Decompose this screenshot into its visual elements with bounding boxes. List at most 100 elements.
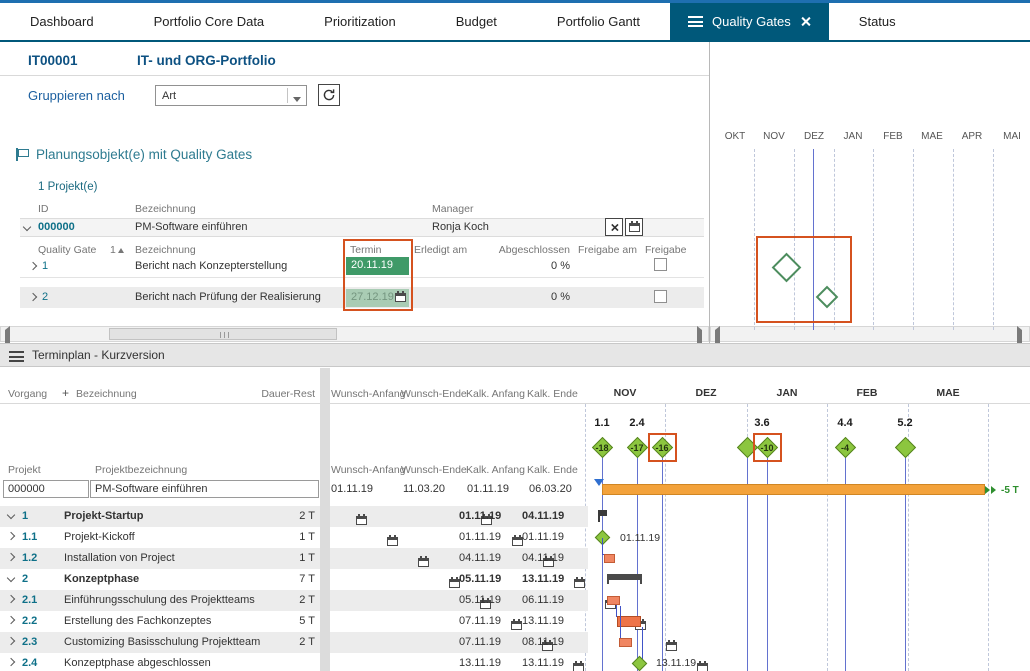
col-header-kalk-ende[interactable]: Kalk. Ende	[527, 388, 578, 400]
project-id-cell[interactable]: 000000	[3, 480, 89, 498]
calendar-icon[interactable]	[356, 514, 368, 525]
gantt-gridline	[988, 404, 989, 671]
tab-portfolio-gantt[interactable]: Portfolio Gantt	[527, 3, 670, 40]
calendar-icon[interactable]	[697, 661, 709, 671]
project-row[interactable]	[20, 218, 704, 237]
task-number: 2.1	[22, 594, 38, 606]
portfolio-title: IT- und ORG-Portfolio	[137, 53, 276, 68]
tab-portfolio-core-data[interactable]: Portfolio Core Data	[124, 3, 295, 40]
task-duration: 2 T	[299, 636, 315, 648]
month-label: FEB	[883, 131, 903, 142]
col-header-wunsch-anfang[interactable]: Wunsch-Anfang	[331, 388, 406, 400]
completed-percent: 0 %	[551, 260, 570, 272]
chevron-down-icon[interactable]	[288, 89, 306, 102]
portfolio-id: IT00001	[28, 53, 78, 68]
top-navigation: Dashboard Portfolio Core Data Prioritiza…	[0, 0, 1030, 42]
project-buffer-label: -5 T	[1001, 485, 1019, 496]
calendar-button[interactable]	[625, 218, 643, 236]
expand-icon[interactable]	[6, 531, 16, 541]
project-name: PM-Software einführen	[135, 221, 248, 233]
task-kalk-anfang: 04.11.19	[459, 552, 502, 564]
tab-budget[interactable]: Budget	[426, 3, 527, 40]
header-divider	[0, 75, 709, 76]
delete-button[interactable]	[605, 218, 623, 236]
tab-quality-gates[interactable]: Quality Gates	[670, 3, 829, 40]
task-kalk-anfang: 01.11.19	[459, 510, 502, 522]
milestone-date-label: 13.11.19	[656, 657, 697, 669]
gantt-gridline	[585, 404, 586, 671]
project-wunsch-ende[interactable]: 11.03.20	[403, 483, 445, 495]
calendar-icon[interactable]	[666, 640, 678, 651]
calendar-icon[interactable]	[573, 577, 585, 588]
col-header-freigabe-am[interactable]: Freigabe am	[578, 244, 637, 256]
refresh-button[interactable]	[318, 84, 340, 106]
summary-bar[interactable]	[607, 574, 642, 584]
milestone-label: 3.6	[754, 417, 770, 429]
task-kalk-ende: 13.11.19	[522, 615, 565, 627]
task-bar[interactable]	[607, 596, 620, 605]
milestone-label: 1.1	[594, 417, 610, 429]
scrollbar-thumb[interactable]	[109, 328, 337, 340]
project-gantt-bar[interactable]	[602, 484, 985, 495]
col-header-gate-name[interactable]: Bezeichnung	[135, 244, 196, 256]
task-number: 1.2	[22, 552, 38, 564]
menu-icon[interactable]	[688, 16, 704, 27]
col-header-bezeichnung[interactable]: Bezeichnung	[76, 388, 137, 400]
termin-highlight-box	[343, 239, 413, 311]
col-header-quality-gate[interactable]: Quality Gate	[38, 244, 96, 256]
tab-label: Quality Gates	[712, 14, 791, 29]
task-kalk-anfang: 07.11.19	[459, 615, 502, 627]
project-name-cell[interactable]: PM-Software einführen	[90, 480, 319, 498]
release-checkbox[interactable]	[654, 290, 667, 303]
col-header-freigabe[interactable]: Freigabe	[645, 244, 686, 256]
tab-label: Prioritization	[324, 14, 396, 29]
project-wunsch-anfang[interactable]: 01.11.19	[331, 483, 373, 495]
collapse-icon[interactable]	[6, 573, 16, 583]
month-label: MAE	[936, 387, 960, 399]
gantt-connector	[620, 606, 621, 638]
col-header-abgeschlossen[interactable]: Abgeschlossen	[494, 244, 570, 256]
gantt-gridline	[873, 149, 874, 330]
horizontal-scrollbar[interactable]	[0, 326, 709, 351]
release-checkbox[interactable]	[654, 258, 667, 271]
calendar-icon[interactable]	[572, 661, 584, 671]
col-header-vorgang[interactable]: Vorgang	[8, 388, 47, 400]
tab-prioritization[interactable]: Prioritization	[294, 3, 426, 40]
calendar-icon[interactable]	[387, 535, 399, 546]
calendar-icon[interactable]	[510, 619, 522, 630]
close-tab-icon[interactable]	[800, 16, 811, 27]
task-number: 2.4	[22, 657, 38, 669]
tab-dashboard[interactable]: Dashboard	[0, 3, 124, 40]
group-by-value: Art	[162, 89, 177, 102]
milestone-diamond[interactable]	[631, 655, 648, 671]
col-header-dauer-rest[interactable]: Dauer-Rest	[252, 388, 315, 400]
sort-indicator[interactable]: 1	[110, 244, 124, 256]
col-header-projektbezeichnung: Projektbezeichnung	[95, 464, 188, 476]
month-label: APR	[961, 131, 983, 142]
col-header-wunsch-anfang: Wunsch-Anfang	[331, 464, 406, 476]
menu-icon[interactable]	[9, 351, 24, 362]
expand-icon[interactable]	[28, 261, 38, 271]
col-header-wunsch-ende[interactable]: Wunsch-Ende	[401, 388, 467, 400]
task-number: 2.2	[22, 615, 38, 627]
expand-icon[interactable]	[6, 657, 16, 667]
panel-divider	[709, 42, 710, 343]
calendar-icon[interactable]	[418, 556, 430, 567]
col-header-erledigt-am[interactable]: Erledigt am	[414, 244, 467, 256]
month-label: DEZ	[804, 131, 824, 142]
month-label: OKT	[724, 131, 746, 142]
col-header-kalk-anfang[interactable]: Kalk. Anfang	[466, 388, 525, 400]
expand-icon[interactable]	[6, 615, 16, 625]
milestone-diamond[interactable]	[894, 436, 917, 459]
task-bar[interactable]	[619, 638, 632, 647]
add-task-button[interactable]: +	[62, 386, 69, 400]
task-bar[interactable]	[604, 554, 615, 563]
horizontal-scrollbar[interactable]	[710, 326, 1030, 351]
task-name: Installation von Project	[64, 552, 175, 564]
milestone-label: 2.4	[629, 417, 645, 429]
project-kalk-ende: 06.03.20	[529, 483, 572, 495]
gantt-connector	[642, 627, 643, 661]
group-by-dropdown[interactable]: Art	[155, 85, 307, 106]
tab-status[interactable]: Status	[829, 3, 926, 40]
milestone-highlight-box	[753, 433, 782, 462]
